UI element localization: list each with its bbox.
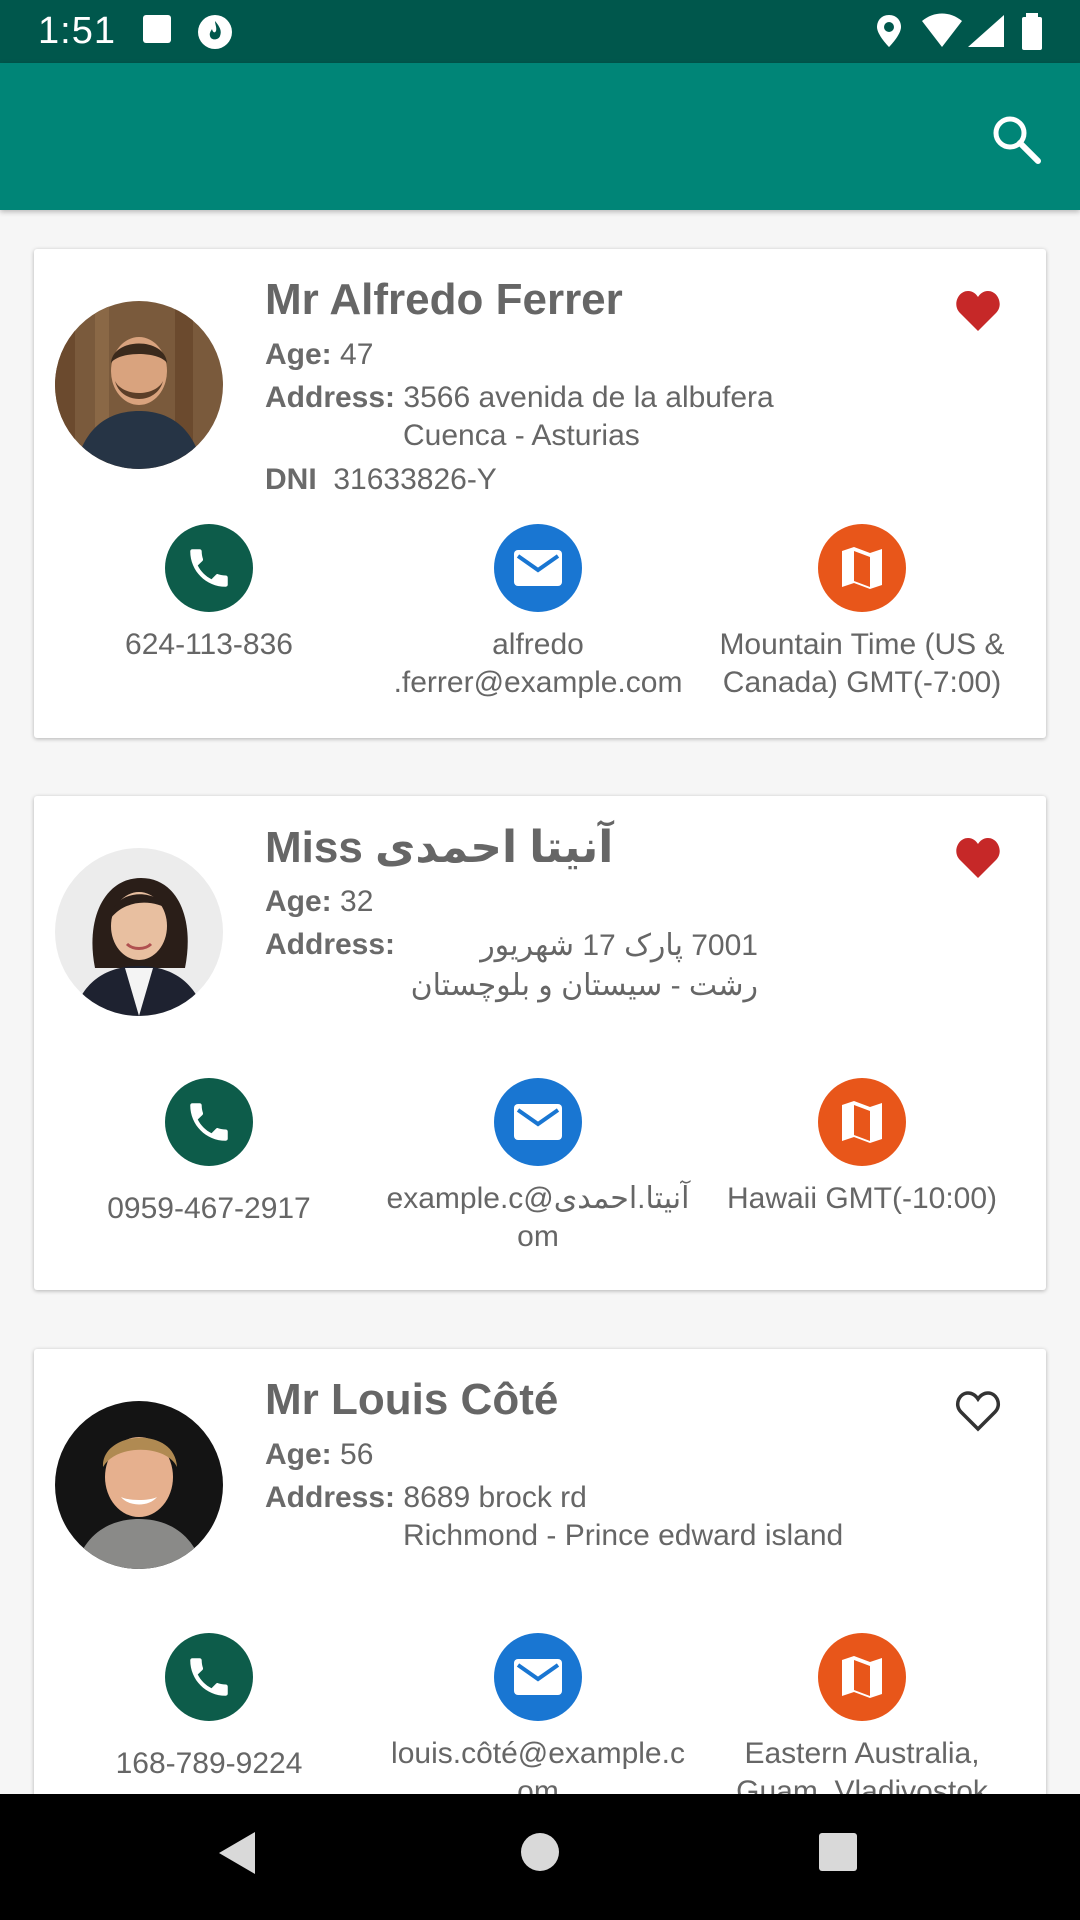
wifi-icon bbox=[922, 13, 962, 47]
age-label: Age: bbox=[265, 1438, 332, 1471]
status-time: 1:51 bbox=[38, 10, 116, 52]
address-line2: رشت - سیستان و بلوچستان bbox=[410, 969, 758, 1002]
email-address: example.c@آنیتا.احمدی om bbox=[386, 1182, 690, 1253]
map-icon[interactable] bbox=[818, 524, 906, 612]
email-action[interactable]: example.c@آنیتا.احمدی om bbox=[378, 1078, 698, 1256]
address-line2: Richmond - Prince edward island bbox=[403, 1519, 844, 1552]
address-line1: 8689 brock rd bbox=[403, 1481, 587, 1514]
status-bar: 1:51 bbox=[0, 0, 1080, 63]
timezone-action[interactable]: Hawaii GMT(-10:00) bbox=[702, 1078, 1022, 1218]
email-address: louis.côté@example.c om bbox=[391, 1737, 685, 1794]
email-action[interactable]: alfredo .ferrer@example.com bbox=[378, 524, 698, 702]
location-icon bbox=[877, 15, 901, 47]
age-row: Age: 47 bbox=[265, 338, 373, 372]
age-row: Age: 56 bbox=[265, 1438, 373, 1472]
age-label: Age: bbox=[265, 885, 332, 918]
address-row: Address: 8689 brock rd bbox=[265, 1481, 587, 1515]
phone-icon[interactable] bbox=[165, 1633, 253, 1721]
battery-icon bbox=[1022, 13, 1042, 50]
cell-signal-icon bbox=[968, 15, 1004, 47]
phone-icon[interactable] bbox=[165, 1078, 253, 1166]
email-icon[interactable] bbox=[494, 524, 582, 612]
address-label: Address: bbox=[265, 381, 396, 414]
dni-label: DNI bbox=[265, 463, 317, 496]
phone-icon[interactable] bbox=[165, 524, 253, 612]
dni-row: DNI 31633826-Y bbox=[265, 463, 497, 497]
map-icon[interactable] bbox=[818, 1633, 906, 1721]
email-icon[interactable] bbox=[494, 1078, 582, 1166]
email-action[interactable]: louis.côté@example.c om bbox=[378, 1633, 698, 1794]
address-row: Address: bbox=[265, 928, 395, 962]
favorite-heart-outline-icon[interactable] bbox=[954, 1389, 1002, 1433]
address-line1: 7001 پارک 17 شهریور bbox=[480, 929, 758, 962]
email-icon[interactable] bbox=[494, 1633, 582, 1721]
phone-number: 168-789-9224 bbox=[115, 1747, 303, 1780]
timezone: Hawaii GMT(-10:00) bbox=[726, 1182, 998, 1215]
age-value: 32 bbox=[340, 885, 374, 918]
phone-action[interactable]: 168-789-9224 bbox=[49, 1633, 369, 1783]
timezone-action[interactable]: Mountain Time (US & Canada) GMT(-7:00) bbox=[702, 524, 1022, 702]
avatar bbox=[55, 301, 223, 469]
phone-action[interactable]: 0959-467-2917 bbox=[49, 1078, 369, 1228]
contact-card[interactable]: Miss آنیتا احمدی Age: 32 Address: 7001 پ… bbox=[34, 796, 1046, 1290]
search-icon[interactable] bbox=[988, 111, 1044, 167]
age-value: 56 bbox=[340, 1438, 374, 1471]
app-bar bbox=[0, 63, 1080, 210]
address-label: Address: bbox=[265, 928, 396, 961]
favorite-heart-icon[interactable] bbox=[954, 836, 1002, 880]
avatar bbox=[55, 848, 223, 1016]
back-icon[interactable] bbox=[217, 1830, 257, 1876]
phone-number: 0959-467-2917 bbox=[107, 1192, 311, 1225]
address-row: Address: 3566 avenida de la albufera bbox=[265, 381, 774, 415]
phone-number: 624-113-836 bbox=[125, 628, 293, 661]
notification-square-icon bbox=[143, 15, 171, 43]
timezone: Mountain Time (US & Canada) GMT(-7:00) bbox=[719, 628, 1005, 699]
recents-icon[interactable] bbox=[818, 1832, 858, 1872]
map-icon[interactable] bbox=[818, 1078, 906, 1166]
timezone: Eastern Australia, Guam, Vladivostok bbox=[736, 1737, 988, 1794]
address-label: Address: bbox=[265, 1481, 396, 1514]
age-label: Age: bbox=[265, 338, 332, 371]
phone-action[interactable]: 624-113-836 bbox=[49, 524, 369, 664]
timezone-action[interactable]: Eastern Australia, Guam, Vladivostok bbox=[702, 1633, 1022, 1794]
favorite-heart-icon[interactable] bbox=[954, 289, 1002, 333]
address-line2: Cuenca - Asturias bbox=[403, 419, 640, 452]
age-row: Age: 32 bbox=[265, 885, 373, 919]
contact-name: Mr Louis Côté bbox=[265, 1375, 559, 1424]
flame-notification-icon bbox=[198, 15, 232, 49]
contact-list[interactable]: Mr Alfredo Ferrer Age: 47 Address: 3566 … bbox=[0, 210, 1080, 1794]
contact-name: Miss آنیتا احمدی bbox=[265, 823, 614, 872]
dni-value: 31633826-Y bbox=[333, 463, 497, 496]
contact-card[interactable]: Mr Louis Côté Age: 56 Address: 8689 broc… bbox=[34, 1349, 1046, 1794]
contact-card[interactable]: Mr Alfredo Ferrer Age: 47 Address: 3566 … bbox=[34, 249, 1046, 738]
address-line1: 3566 avenida de la albufera bbox=[403, 381, 774, 414]
age-value: 47 bbox=[340, 338, 374, 371]
contact-name: Mr Alfredo Ferrer bbox=[265, 275, 623, 324]
home-icon[interactable] bbox=[520, 1832, 560, 1872]
email-address: alfredo .ferrer@example.com bbox=[393, 628, 683, 699]
navigation-bar bbox=[0, 1794, 1080, 1920]
avatar bbox=[55, 1401, 223, 1569]
